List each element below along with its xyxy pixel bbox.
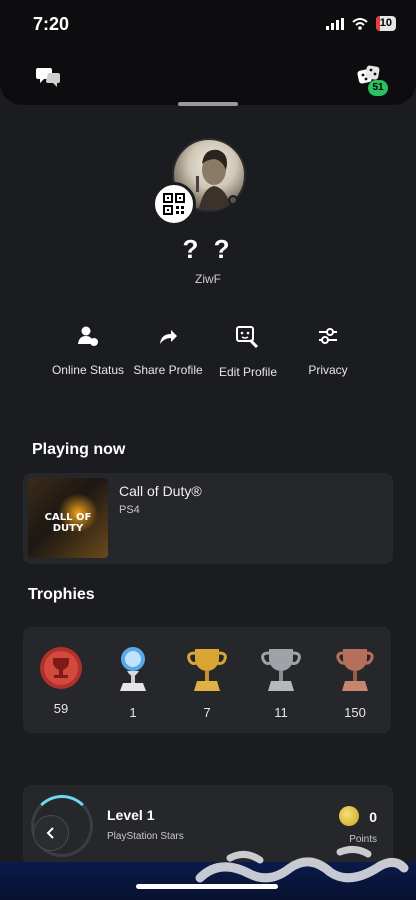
game-platform: PS4 (119, 504, 140, 516)
trophies-heading: Trophies (28, 586, 95, 603)
stars-subtitle: PlayStation Stars (107, 831, 184, 842)
points-coin-icon (339, 806, 359, 826)
online-status-dot (228, 195, 238, 205)
wifi-icon (352, 17, 368, 30)
trophy-platinum: 1 (103, 645, 163, 720)
status-icons: 10 (325, 16, 396, 31)
edit-profile-icon (236, 326, 259, 349)
platinum-trophy-icon (120, 647, 146, 691)
share-icon (160, 330, 177, 344)
online-status-icon (78, 326, 98, 346)
game-title: Call of Duty® (119, 483, 202, 499)
trophy-silver: 11 (251, 645, 311, 720)
stars-points: 0 (369, 809, 377, 825)
trophy-bronze-count: 150 (344, 705, 366, 720)
game-cover-logo: CALL OF DUTY (44, 512, 92, 534)
status-time: 7:20 (33, 14, 70, 34)
trophy-level: 59 (31, 645, 91, 716)
trophy-bronze: 150 (325, 645, 385, 720)
profile-name: ? ? (182, 234, 234, 264)
game-cover: CALL OF DUTY (28, 478, 108, 558)
profile-online-id: ZiwF (195, 272, 221, 286)
trophy-silver-count: 11 (274, 705, 288, 720)
playing-now-card[interactable]: CALL OF DUTY Call of Duty® PS4 (23, 473, 393, 564)
qr-code-button[interactable] (152, 182, 196, 226)
trophy-gold-count: 7 (203, 705, 211, 720)
privacy-label: Privacy (308, 363, 348, 377)
online-status-button[interactable]: Online Status (43, 325, 133, 377)
drag-handle[interactable] (178, 102, 238, 106)
online-status-label: Online Status (51, 363, 125, 377)
sliders-icon (319, 328, 337, 344)
back-button[interactable] (33, 815, 69, 851)
profile-actions: Online Status Share Profile Edit Profile… (0, 325, 416, 385)
trophies-card[interactable]: 59 1 7 11 150 (23, 627, 391, 733)
trophy-platinum-count: 1 (129, 705, 137, 720)
silver-trophy-icon (261, 649, 301, 691)
chat-icon[interactable] (34, 62, 64, 92)
edit-profile-button[interactable]: Edit Profile (203, 325, 293, 379)
edit-profile-label: Edit Profile (218, 365, 278, 379)
trophy-level-count: 59 (53, 701, 69, 716)
bronze-trophy-icon (336, 649, 374, 691)
trophy-gold: 7 (177, 645, 237, 720)
share-profile-label: Share Profile (133, 363, 203, 377)
privacy-button[interactable]: Privacy (283, 325, 373, 377)
gold-trophy-icon (187, 649, 227, 691)
battery-level: 10 (379, 17, 392, 29)
status-bar: 7:20 10 (0, 0, 416, 50)
notification-badge: 51 (368, 80, 388, 96)
playing-now-heading: Playing now (32, 441, 126, 458)
trophy-level-icon (40, 647, 82, 689)
share-profile-button[interactable]: Share Profile (123, 325, 213, 377)
chevron-left-icon (46, 827, 54, 839)
battery-indicator: 10 (375, 16, 396, 31)
home-indicator (136, 884, 278, 889)
qr-code-icon (163, 193, 185, 215)
stars-level: Level 1 (107, 807, 155, 823)
signal-icon (325, 17, 344, 30)
top-bar (0, 50, 416, 105)
